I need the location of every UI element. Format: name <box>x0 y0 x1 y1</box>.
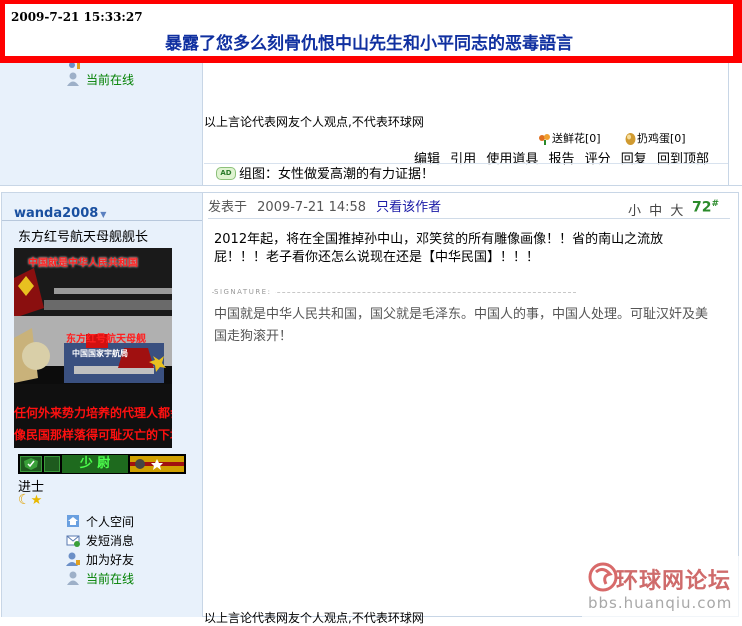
post-header-line <box>208 218 730 219</box>
avatar-text-agency: 中国国家宇航局 <box>72 349 128 358</box>
avatar-text-bottom-2: 像民国那样落得可耻灭亡的下场 <box>14 428 172 442</box>
post1-divider <box>202 63 203 185</box>
rank-label: 少 尉 <box>62 455 128 473</box>
post2-divider <box>202 193 203 617</box>
username[interactable]: wanda2008 ▼ <box>14 206 106 221</box>
floor-value[interactable]: 72 <box>692 200 711 216</box>
post-header: 发表于 2009-7-21 14:58 只看该作者 <box>208 196 441 215</box>
author-header-line <box>2 220 202 221</box>
posted-label: 发表于 <box>208 200 248 215</box>
eggs-link[interactable]: 扔鸡蛋[0] <box>637 132 686 145</box>
avatar-text-top: 中国就是中华人民共和国 <box>28 258 138 269</box>
site-watermark: 环球网论坛 bbs.huanqiu.com <box>582 556 740 617</box>
online-icon <box>66 571 80 588</box>
signature-label: SIGNATURE: <box>214 288 276 296</box>
online-icon <box>66 72 80 89</box>
home-icon <box>66 514 80 531</box>
user-title: 东方红号航天母舰舰长 <box>18 230 149 245</box>
site-logo-icon <box>588 562 618 592</box>
chevron-down-icon[interactable]: ▼ <box>100 210 106 219</box>
shield-icon-2 <box>44 456 60 472</box>
font-medium-link[interactable]: 中 <box>649 204 662 219</box>
online-status: 当前在线 <box>86 73 135 87</box>
posted-time: 2009-7-21 14:58 <box>257 200 367 215</box>
page-title: 暴露了您多么刻骨仇恨中山先生和小平同志的恶毒語言 <box>165 34 573 54</box>
shield-icon <box>20 456 42 472</box>
rank-badges: 少 尉 <box>18 454 186 474</box>
rank-insignia-icon <box>130 456 184 472</box>
title-banner-inner: 2009-7-21 15:33:27 暴露了您多么刻骨仇恨中山先生和小平同志的恶… <box>5 4 733 56</box>
font-large-link[interactable]: 大 <box>670 204 683 219</box>
banner-timestamp: 2009-7-21 15:33:27 <box>11 10 143 24</box>
site-name: 环球网论坛 <box>616 569 732 594</box>
flower-icon <box>538 133 552 145</box>
online-status: 当前在线 <box>86 572 135 586</box>
post2-disclaimer: 以上言论代表网友个人观点,不代表环球网 <box>204 611 424 625</box>
floor-suffix: # <box>711 199 720 209</box>
star-icon: ★ <box>30 493 43 508</box>
moon-icon: ☾ <box>18 492 31 508</box>
rank-level-icons: ☾★ <box>18 492 42 508</box>
avatar-text-carrier: 东方红号航天母舰 <box>66 334 146 345</box>
avatar-text-bottom-1: 任何外来势力培养的代理人都会 <box>14 406 172 420</box>
username-text[interactable]: wanda2008 <box>14 206 98 221</box>
egg-icon <box>624 132 637 145</box>
flowers-link[interactable]: 送鲜花[0] <box>552 132 601 145</box>
only-author-link[interactable]: 只看该作者 <box>376 200 441 215</box>
add-friend-link[interactable]: 加为好友 <box>86 551 134 568</box>
site-url: bbs.huanqiu.com <box>588 594 733 612</box>
font-small-link[interactable]: 小 <box>628 204 641 219</box>
add-friend-icon <box>66 552 80 569</box>
font-size-controls: 小 中 大 <box>628 200 683 219</box>
post1-disclaimer: 以上言论代表网友个人观点,不代表环球网 <box>204 115 424 129</box>
send-message-link[interactable]: 发短消息 <box>86 532 134 549</box>
post1-egg-box[interactable]: 扔鸡蛋[0] <box>624 130 686 146</box>
title-banner: 2009-7-21 15:33:27 暴露了您多么刻骨仇恨中山先生和小平同志的恶… <box>0 0 742 63</box>
post1-right-border <box>728 63 729 185</box>
signature-text: 中国就是中华人民共和国，国父就是毛泽东。中国人的事，中国人处理。可耻汉奸及美国走… <box>214 307 709 344</box>
avatar: 中国就是中华人民共和国 东方红号航天母舰 中国国家宇航局 任何外来势力培养的代理… <box>14 248 172 448</box>
personal-space-link[interactable]: 个人空间 <box>86 513 134 530</box>
ad-link[interactable]: 组图：女性做爱高潮的有力证据！ <box>239 163 434 182</box>
ad-badge: AD <box>216 167 236 180</box>
floor-number[interactable]: 72# <box>692 199 719 216</box>
post-body: 2012年起，将在全国推掉孙中山，邓笑贫的所有雕像画像！！省的南山之流放屁！！！… <box>214 232 664 265</box>
post1-flower-box[interactable]: 送鲜花[0] <box>538 130 601 146</box>
message-icon <box>66 533 80 550</box>
